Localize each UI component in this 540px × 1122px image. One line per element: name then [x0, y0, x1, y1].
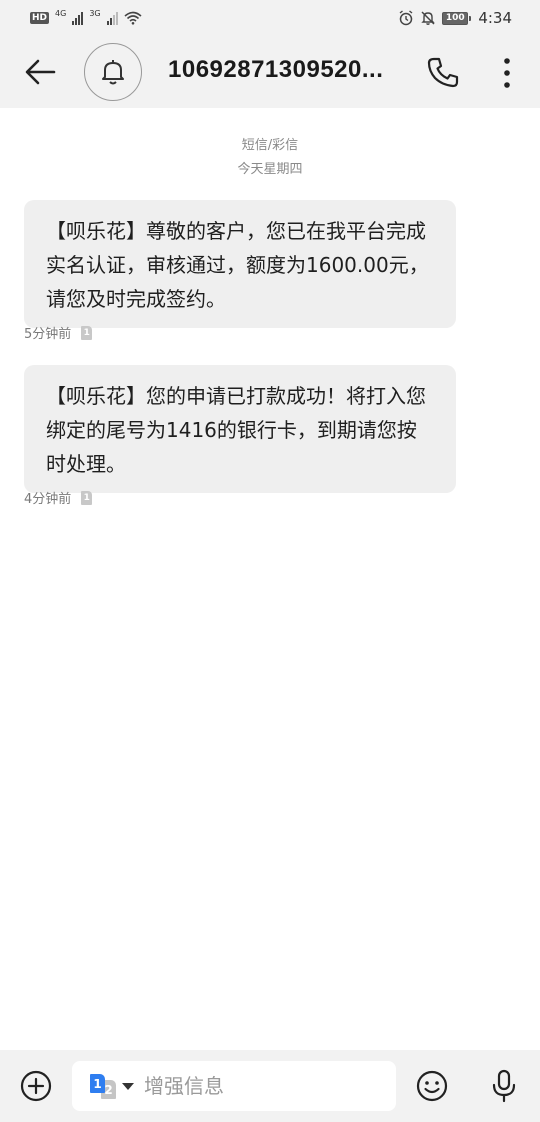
call-button[interactable]: [426, 56, 462, 90]
message-bubble[interactable]: 【呗乐花】尊敬的客户，您已在我平台完成实名认证，审核通过，额度为1600.00元…: [24, 200, 456, 328]
plus-circle-icon: [20, 1070, 52, 1102]
signal-icon-1: [72, 11, 84, 25]
network-label-1: 4G: [55, 8, 67, 18]
message-input-box[interactable]: 2 1: [72, 1061, 396, 1111]
message-text: 【呗乐花】您的申请已打款成功！将打入您绑定的尾号为1416的银行卡，到期请您按时…: [46, 384, 426, 476]
bell-icon: [102, 60, 124, 85]
add-attachment-button[interactable]: [20, 1070, 52, 1102]
chevron-down-icon: [122, 1082, 134, 1090]
sim-card-icon: 1: [81, 325, 93, 340]
arrow-left-icon: [25, 59, 56, 85]
sim-card-icon: 1: [81, 490, 93, 505]
sim-1-icon: 1: [90, 1074, 105, 1093]
composer-bar: 2 1: [0, 1050, 540, 1122]
emoji-button[interactable]: [416, 1070, 448, 1102]
message-meta: 4分钟前 1: [24, 488, 93, 507]
status-left: HD 4G 3G: [30, 8, 142, 25]
alarm-icon: [399, 10, 413, 26]
sim-selector[interactable]: 2 1: [90, 1074, 134, 1099]
conversation-header: 10692871309520...: [0, 36, 540, 108]
message-time: 5分钟前: [24, 327, 72, 342]
message-meta: 5分钟前 1: [24, 323, 93, 342]
network-label-2: 3G: [89, 8, 101, 18]
message-time: 4分钟前: [24, 492, 72, 507]
status-right: 100 4:34: [398, 9, 512, 27]
message-bubble[interactable]: 【呗乐花】您的申请已打款成功！将打入您绑定的尾号为1416的银行卡，到期请您按时…: [24, 365, 456, 493]
status-time: 4:34: [478, 9, 512, 27]
wifi-icon: [124, 11, 142, 25]
contact-title[interactable]: 10692871309520...: [168, 56, 408, 84]
date-label: 今天星期四: [237, 162, 303, 177]
message-type-label: 短信/彩信: [241, 138, 299, 153]
voice-input-button[interactable]: [490, 1068, 518, 1104]
back-button[interactable]: [22, 56, 58, 88]
signal-icon-2: [106, 11, 118, 25]
status-bar: HD 4G 3G 100 4:34: [0, 0, 540, 36]
battery-icon: 100: [442, 11, 472, 25]
dual-sim-icon: 2 1: [90, 1074, 118, 1099]
contact-avatar[interactable]: [84, 43, 142, 101]
message-text: 【呗乐花】尊敬的客户，您已在我平台完成实名认证，审核通过，额度为1600.00元…: [46, 219, 429, 311]
phone-icon: [427, 57, 459, 88]
more-options-button[interactable]: [494, 56, 520, 90]
message-input[interactable]: [144, 1074, 364, 1098]
more-vertical-icon: [504, 58, 510, 88]
hd-badge: HD: [30, 12, 50, 24]
smiley-icon: [416, 1070, 448, 1102]
mute-bell-icon: [421, 11, 436, 25]
microphone-icon: [492, 1069, 516, 1103]
